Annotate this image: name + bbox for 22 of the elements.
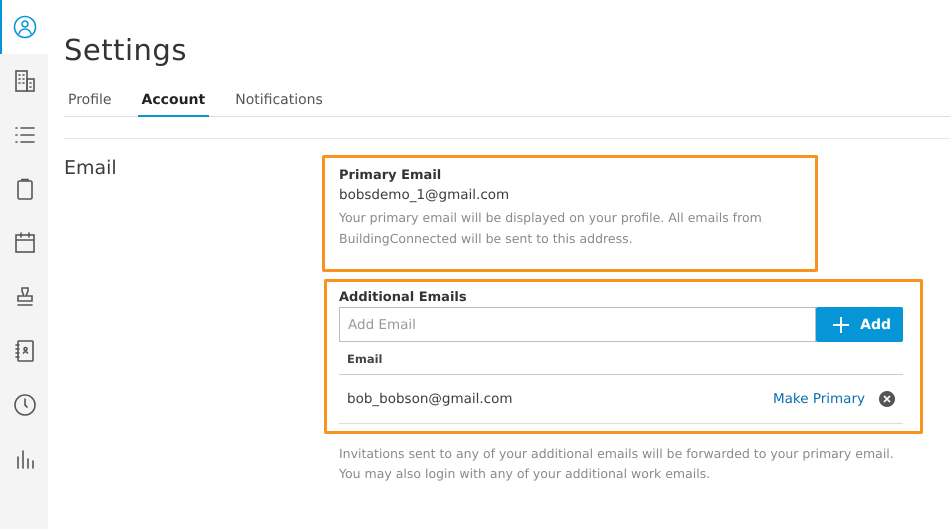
help-text: Your primary email will be displayed on your profile. All emails from BuildingConnected will be sent to this address.	[339, 209, 763, 248]
user-icon	[13, 15, 37, 39]
page-title: Settings	[64, 32, 188, 68]
help-text: Invitations sent to any of your additional emails will be forwarded to your primary email. You may also login with any of your additional work emails.	[339, 445, 895, 483]
make-primary-link[interactable]: Make Primary	[772, 391, 865, 407]
sidebar-item[interactable]	[0, 0, 48, 54]
buildings-icon	[13, 69, 37, 93]
column-header: Email	[339, 342, 903, 375]
tab[interactable]: Notifications	[231, 84, 327, 117]
section-title: Email	[64, 157, 118, 181]
calendar-icon	[13, 231, 37, 255]
table-cell-text: bob_bobson@gmail.com	[347, 391, 514, 407]
email-input[interactable]: Add Email	[339, 307, 816, 342]
address-book-icon	[13, 339, 37, 363]
field-label: Additional Emails	[339, 290, 468, 305]
remove-icon[interactable]	[879, 391, 895, 407]
field-label: Primary Email	[339, 168, 442, 183]
clock-icon	[13, 393, 37, 417]
tab[interactable]: Profile	[64, 84, 116, 117]
tab[interactable]: Account	[138, 84, 210, 117]
plus-icon	[832, 316, 850, 334]
primary-email: bobsdemo_1@gmail.com	[339, 187, 510, 203]
